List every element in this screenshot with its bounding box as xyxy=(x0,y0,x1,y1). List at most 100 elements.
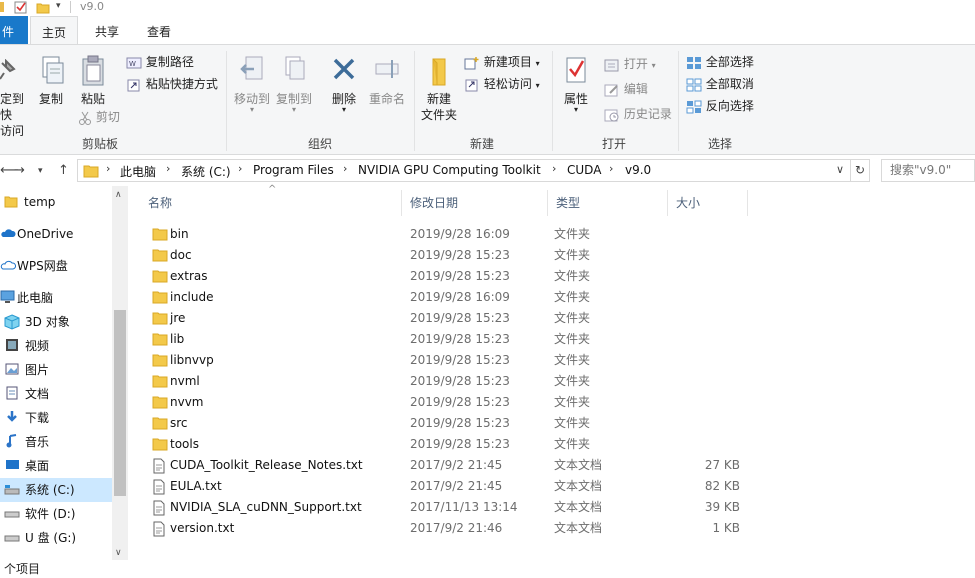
tab-file[interactable]: 件 xyxy=(0,16,28,44)
file-row[interactable]: tools 2019/9/28 15:23 文件夹 xyxy=(142,434,752,455)
text-file-icon xyxy=(152,521,166,540)
new-folder-button[interactable]: 新建 文件夹 xyxy=(418,55,460,123)
nav-scrollbar[interactable]: ∧ ∨ xyxy=(112,186,128,560)
column-header-size[interactable]: 大小 xyxy=(668,190,748,216)
breadcrumb-nvidia-toolkit[interactable]: NVIDIA GPU Computing Toolkit xyxy=(358,163,541,177)
invert-selection-button[interactable]: 反向选择 xyxy=(686,98,754,114)
nav-item-pictures[interactable]: 图片 xyxy=(0,358,112,382)
up-arrow-icon[interactable]: ↑ xyxy=(58,163,69,178)
rename-button[interactable]: 重命名 xyxy=(366,55,408,107)
folder-icon xyxy=(152,437,168,454)
document-icon xyxy=(6,386,18,400)
pin-quick-access-button[interactable]: 定到快 访问 xyxy=(0,58,30,139)
nav-item-3d-objects[interactable]: 3D 对象 xyxy=(0,310,112,334)
breadcrumb-program-files[interactable]: Program Files xyxy=(253,163,334,177)
nav-item-wps-cloud[interactable]: WPS网盘 xyxy=(0,254,112,278)
nav-item-documents[interactable]: 文档 xyxy=(0,382,112,406)
copy-path-label: 复制路径 xyxy=(145,55,194,69)
open-button[interactable]: 打开 ▾ xyxy=(604,56,656,74)
scroll-thumb[interactable] xyxy=(114,310,126,496)
history-button[interactable]: 历史记录 xyxy=(604,106,672,122)
file-row[interactable]: libnvvp 2019/9/28 15:23 文件夹 xyxy=(142,350,752,371)
nav-item-drive-c[interactable]: 系统 (C:) xyxy=(0,478,112,502)
file-row[interactable]: CUDA_Toolkit_Release_Notes.txt 2017/9/2 2… xyxy=(142,455,752,476)
properties-button[interactable]: 属性 ▾ xyxy=(558,55,594,114)
select-none-button[interactable]: 全部取消 xyxy=(686,76,754,92)
file-row[interactable]: doc 2019/9/28 15:23 文件夹 xyxy=(142,245,752,266)
chevron-right-icon[interactable]: › xyxy=(106,162,110,175)
chevron-right-icon[interactable]: › xyxy=(238,162,242,175)
nav-item-temp[interactable]: temp xyxy=(0,190,112,214)
clipboard-group-label: 剪贴板 xyxy=(81,137,118,151)
text-file-icon xyxy=(152,458,166,477)
ribbon-separator xyxy=(678,51,679,151)
copy-to-button[interactable]: 复制到 ▾ xyxy=(274,55,314,114)
tab-home[interactable]: 主页 xyxy=(30,16,78,45)
file-name: jre xyxy=(170,311,186,325)
nav-item-music[interactable]: 音乐 xyxy=(0,430,112,454)
scroll-up-icon[interactable]: ∧ xyxy=(115,190,122,200)
properties-check-icon[interactable] xyxy=(14,1,28,17)
column-header-date[interactable]: 修改日期 xyxy=(402,190,548,216)
address-dropdown-icon[interactable]: ∨ xyxy=(836,163,844,176)
forward-arrow-icon[interactable]: → xyxy=(14,163,25,178)
nav-item-downloads[interactable]: 下载 xyxy=(0,406,112,430)
breadcrumb-this-pc[interactable]: 此电脑 xyxy=(120,163,156,180)
paste-button[interactable]: 粘贴 xyxy=(76,55,110,107)
file-row[interactable]: bin 2019/9/28 16:09 文件夹 xyxy=(142,224,752,245)
customize-toolbar-icon[interactable]: ▾ xyxy=(56,1,61,11)
file-row[interactable]: extras 2019/9/28 15:23 文件夹 xyxy=(142,266,752,287)
nav-item-onedrive[interactable]: OneDrive xyxy=(0,222,112,246)
file-row[interactable]: src 2019/9/28 15:23 文件夹 xyxy=(142,413,752,434)
tab-view[interactable]: 查看 xyxy=(136,16,182,44)
file-row[interactable]: EULA.txt 2017/9/2 21:45 文本文档 82 KB xyxy=(142,476,752,497)
search-input[interactable]: 搜索"v9.0" xyxy=(881,159,975,182)
move-to-button[interactable]: 移动到 ▾ xyxy=(232,55,272,114)
chevron-right-icon[interactable]: › xyxy=(609,162,613,175)
easy-access-button[interactable]: 轻松访问 ▾ xyxy=(464,76,540,94)
breadcrumb-drive-c[interactable]: 系统 (C:) xyxy=(181,163,231,180)
file-row[interactable]: nvvm 2019/9/28 15:23 文件夹 xyxy=(142,392,752,413)
move-to-dropdown-icon: ▾ xyxy=(249,105,254,114)
nav-item-usb-g[interactable]: U 盘 (G:) xyxy=(0,526,112,550)
file-row[interactable]: version.txt 2017/9/2 21:46 文本文档 1 KB xyxy=(142,518,752,539)
chevron-right-icon[interactable]: › xyxy=(166,162,170,175)
drive-icon xyxy=(4,485,20,495)
column-header-name[interactable]: 名称 xyxy=(140,190,402,216)
edit-button[interactable]: 编辑 xyxy=(604,81,648,97)
address-bar[interactable]: › 此电脑 › 系统 (C:) › Program Files › NVIDIA… xyxy=(77,159,851,182)
new-item-button[interactable]: 新建项目 ▾ xyxy=(464,54,540,72)
copy-button[interactable]: 复制 xyxy=(34,55,68,107)
recent-locations-icon[interactable]: ▾ xyxy=(38,166,43,176)
file-date: 2019/9/28 15:23 xyxy=(410,353,510,367)
file-row[interactable]: nvml 2019/9/28 15:23 文件夹 xyxy=(142,371,752,392)
nav-item-this-pc[interactable]: 此电脑 xyxy=(0,286,112,310)
nav-item-videos[interactable]: 视频 xyxy=(0,334,112,358)
quick-access-edge-icon[interactable] xyxy=(0,1,6,16)
tab-share[interactable]: 共享 xyxy=(84,16,130,44)
select-all-button[interactable]: 全部选择 xyxy=(686,54,754,70)
breadcrumb-v9[interactable]: v9.0 xyxy=(625,163,651,177)
refresh-button[interactable]: ↻ xyxy=(851,159,870,182)
folder-icon xyxy=(152,416,168,433)
chevron-right-icon[interactable]: › xyxy=(552,162,556,175)
scroll-down-icon[interactable]: ∨ xyxy=(115,548,122,558)
breadcrumb-cuda[interactable]: CUDA xyxy=(567,163,601,177)
nav-item-desktop[interactable]: 桌面 xyxy=(0,454,112,478)
file-date: 2019/9/28 15:23 xyxy=(410,416,510,430)
cut-button[interactable]: 剪切 xyxy=(78,109,120,125)
paste-shortcut-button[interactable]: 粘贴快捷方式 xyxy=(126,76,218,92)
properties-check-icon xyxy=(566,57,586,83)
window-title: v9.0 xyxy=(80,0,105,13)
file-row[interactable]: lib 2019/9/28 15:23 文件夹 xyxy=(142,329,752,350)
delete-button[interactable]: 删除 ▾ xyxy=(326,55,362,114)
file-row[interactable]: include 2019/9/28 16:09 文件夹 xyxy=(142,287,752,308)
file-row[interactable]: NVIDIA_SLA_cuDNN_Support.txt 2017/11/13 1… xyxy=(142,497,752,518)
copy-path-button[interactable]: W 复制路径 xyxy=(126,54,194,70)
chevron-right-icon[interactable]: › xyxy=(343,162,347,175)
column-header-type[interactable]: 类型 xyxy=(548,190,668,216)
new-folder-quick-icon[interactable] xyxy=(36,1,50,17)
file-row[interactable]: jre 2019/9/28 15:23 文件夹 xyxy=(142,308,752,329)
nav-item-drive-d[interactable]: 软件 (D:) xyxy=(0,502,112,526)
new-folder-label-1: 新建 xyxy=(426,92,451,106)
